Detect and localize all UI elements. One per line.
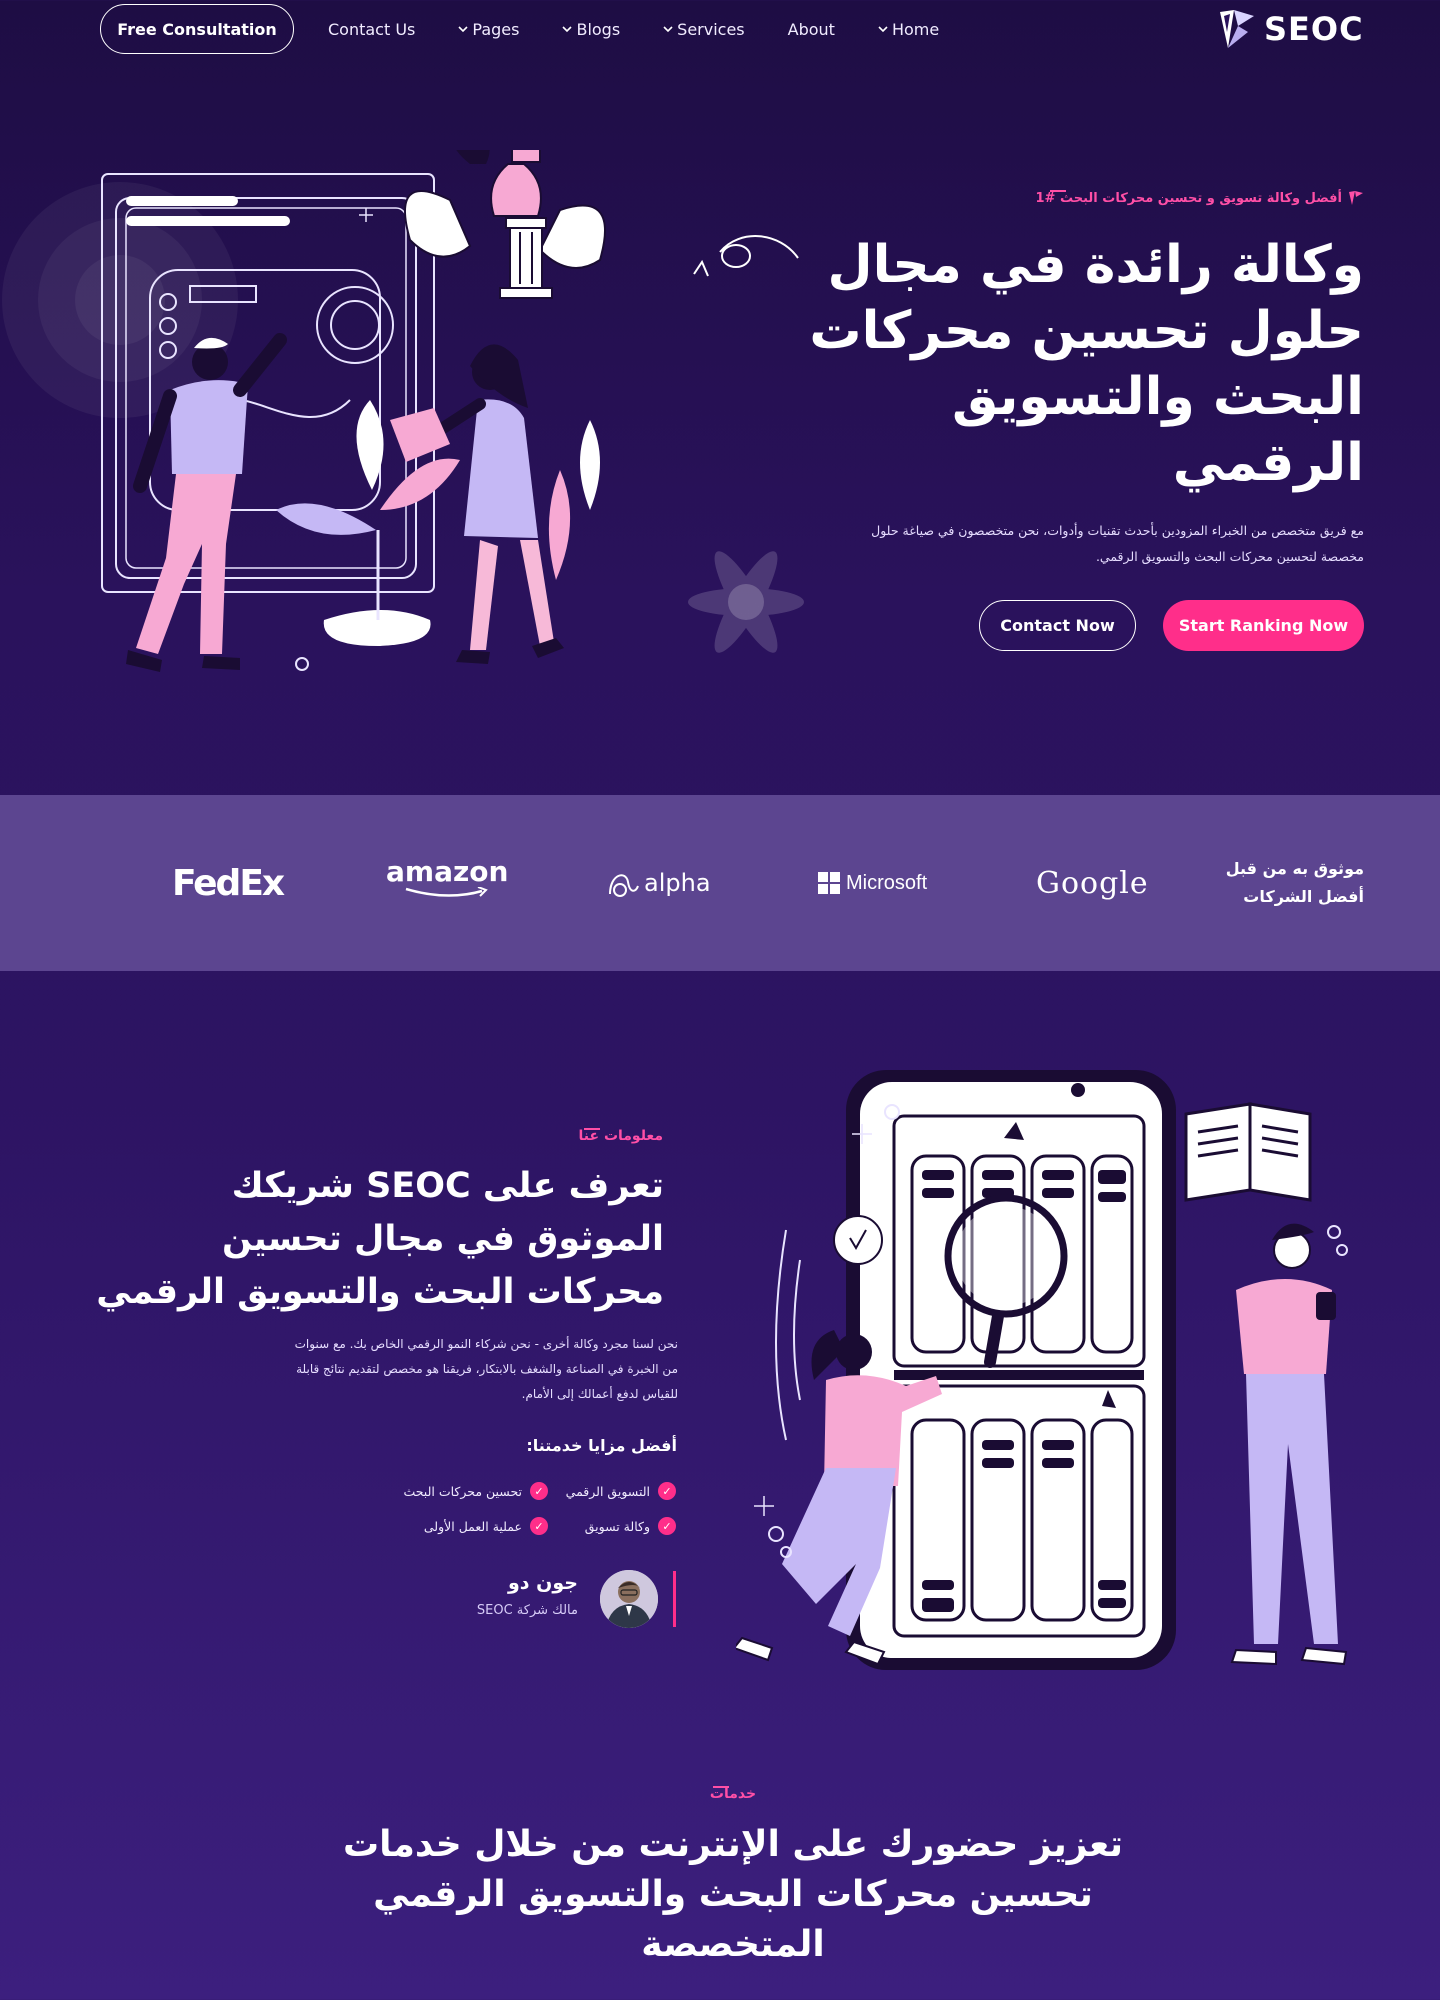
alpha-logo: alpha: [606, 861, 711, 905]
nav-link-label: Pages: [472, 19, 520, 39]
free-consultation-button[interactable]: Free Consultation: [100, 4, 294, 54]
feature-label: التسويق الرقمي: [565, 1483, 650, 1499]
partner-logo-text: Microsoft: [846, 871, 928, 894]
services-title: تعزيز حضورك على الإنترنت من خلال خدمات ت…: [342, 1824, 1124, 1965]
decorative-star-icon: [688, 551, 804, 653]
check-icon: ✓: [530, 1482, 548, 1500]
nav-link-services[interactable]: Services: [663, 19, 745, 39]
check-icon: ✓: [530, 1517, 548, 1535]
fedex-logo: FedEx: [172, 861, 285, 905]
feature-item: ✓ وكالة تسويق: [585, 1515, 676, 1537]
contact-now-button[interactable]: Contact Now: [979, 600, 1136, 651]
partner-logo-text: alpha: [644, 869, 711, 897]
chevron-down-icon: [562, 26, 573, 33]
nav-links: Contact Us Pages Blogs Services About Ho…: [328, 16, 939, 42]
nav-link-pages[interactable]: Pages: [458, 20, 519, 39]
nav-link-about[interactable]: About: [788, 20, 835, 39]
logo-mark-icon: [1349, 191, 1363, 205]
microsoft-icon: [818, 872, 840, 894]
site-logo[interactable]: SEOC: [1218, 6, 1364, 52]
nav-link-label: Services: [677, 19, 745, 39]
services-tag: خدمات: [709, 1786, 757, 1802]
hero-title: وكالة رائدة في مجال حلول تحسين محركات ال…: [809, 235, 1364, 493]
about-tag: معلومات عنا: [578, 1128, 663, 1144]
partner-logo-text: amazon: [386, 855, 509, 888]
author-name: جون دو: [508, 1572, 578, 1594]
avatar: [600, 1570, 658, 1628]
author-accent-bar: [673, 1571, 676, 1627]
nav-link-contact-us[interactable]: Contact Us: [328, 20, 415, 39]
feature-label: تحسين محركات البحث: [403, 1483, 522, 1499]
partners-band: موثوق به من قبل أفضل الشركات Google Micr…: [0, 795, 1440, 971]
nav-link-label: About: [787, 19, 835, 39]
feature-item: ✓ عملية العمل الأولى: [424, 1515, 548, 1537]
chevron-down-icon: [878, 26, 888, 33]
logo-mark-icon: [1220, 10, 1254, 48]
amazon-logo: amazon: [386, 857, 508, 907]
start-ranking-button[interactable]: Start Ranking Now: [1163, 600, 1364, 651]
nav-link-label: Contact Us: [328, 19, 416, 39]
top-navbar: Free Consultation Contact Us Pages Blogs…: [0, 0, 1440, 58]
check-icon: ✓: [658, 1517, 676, 1535]
nav-link-blogs[interactable]: Blogs: [562, 20, 620, 39]
partner-logo-text: FedEx: [172, 862, 285, 904]
person-icon: [600, 1570, 658, 1628]
nav-link-label: Home: [891, 19, 940, 39]
nav-link-home[interactable]: Home: [878, 20, 939, 39]
chevron-down-icon: [458, 26, 468, 33]
hero-tagline: أفضل وكالة تسويق و تحسين محركات البحث #1: [1036, 190, 1365, 206]
author-role: مالك شركة SEOC: [476, 1603, 578, 1618]
alpha-icon: [609, 874, 639, 897]
amazon-smile-icon: [405, 887, 489, 897]
google-logo: Google: [1036, 861, 1149, 905]
feature-label: وكالة تسويق: [584, 1518, 650, 1534]
curved-arrow-icon: [693, 235, 799, 277]
features-title: أفضل مزايا خدمتنا:: [526, 1436, 677, 1455]
about-title: تعرف على SEOC شريكك الموثوق في مجال تحسي…: [96, 1166, 664, 1312]
partner-logo-text: Google: [1036, 865, 1149, 901]
feature-label: عملية العمل الأولى: [423, 1518, 522, 1534]
microsoft-logo: Microsoft: [818, 861, 927, 905]
about-illustration: [736, 1070, 1348, 1670]
check-icon: ✓: [658, 1482, 676, 1500]
partners-label: موثوق به من قبل أفضل الشركات: [1225, 859, 1364, 906]
feature-item: ✓ تحسين محركات البحث: [403, 1480, 548, 1502]
chevron-down-icon: [663, 26, 673, 33]
feature-item: ✓ التسويق الرقمي: [566, 1480, 676, 1502]
hero-description: مع فريق متخصص من الخبراء المزودين بأحدث …: [871, 523, 1364, 564]
logo-text: SEOC: [1264, 10, 1364, 48]
nav-link-label: Blogs: [576, 19, 621, 39]
hero-tag-text: أفضل وكالة تسويق و تحسين محركات البحث #1: [1035, 190, 1343, 206]
about-description: نحن لسنا مجرد وكالة أخرى - نحن شركاء الن…: [294, 1337, 678, 1401]
hero-illustration: [2, 150, 606, 672]
